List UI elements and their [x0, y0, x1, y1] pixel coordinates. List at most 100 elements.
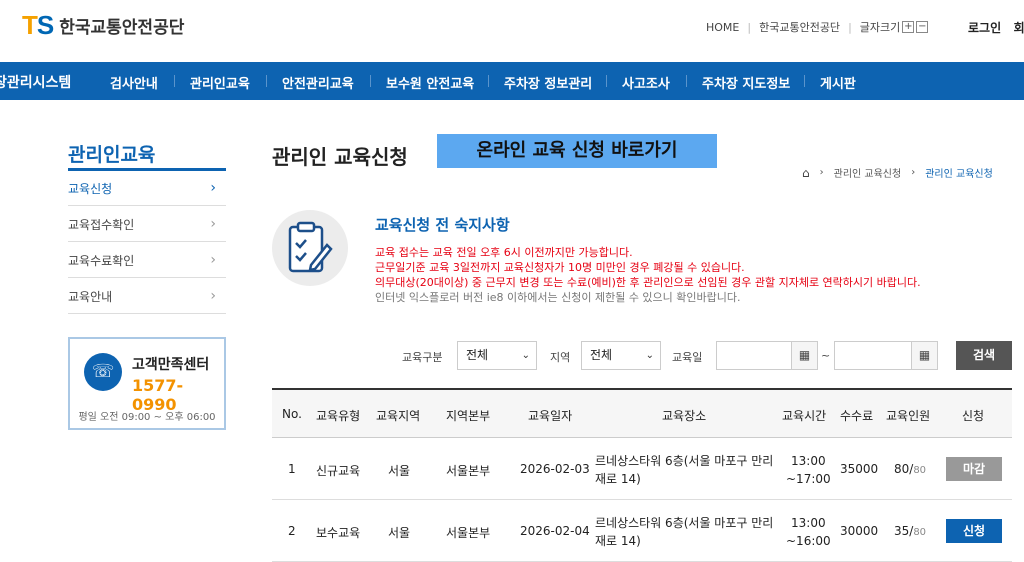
site-logo[interactable]: TS 한국교통안전공단 [22, 10, 184, 41]
cell-count: 35/80 [894, 524, 927, 538]
chevron-down-icon: ⌄ [645, 350, 654, 361]
cell-hq: 서울본부 [446, 526, 491, 540]
nav-item-maintenance-education[interactable]: 보수원 안전교육 [386, 73, 474, 92]
col-header: 지역본부 [446, 409, 491, 423]
date-filter-label: 교육일 [672, 351, 703, 364]
top-bar: TS 한국교통안전공단 HOME | 한국교통안전공단 | 글자크기 + − 로… [0, 0, 1024, 62]
sidebar-item-label: 교육안내 [68, 289, 113, 304]
page-title: 관리인 교육신청 [272, 145, 408, 169]
cell-hq: 서울본부 [446, 464, 491, 478]
type-filter-label: 교육구분 [402, 351, 443, 364]
logo-text: 한국교통안전공단 [59, 18, 185, 38]
col-header: No. [282, 407, 302, 421]
region-filter-label: 지역 [550, 351, 571, 364]
logo-mark: TS [22, 10, 54, 40]
nav-divider [370, 75, 371, 87]
start-date-input[interactable]: ▦ [716, 341, 818, 370]
sidebar-item-registration-check[interactable]: 교육접수확인 › [68, 207, 226, 242]
font-decrease-button[interactable]: − [916, 21, 929, 33]
cell-date: 2026-02-04 [520, 524, 590, 538]
cell-region: 서울 [388, 526, 411, 540]
nav-divider [606, 75, 607, 87]
cell-place: 르네상스타워 6층(서울 마포구 만리재로 14) [595, 516, 774, 548]
col-header: 신청 [962, 409, 985, 423]
type-filter-select[interactable]: 전체 ⌄ [457, 341, 537, 370]
util-divider: | [747, 20, 752, 34]
table-header: No. 교육유형 교육지역 지역본부 교육일자 교육장소 교육시간 수수료 교육… [272, 388, 1012, 438]
col-header: 교육일자 [528, 409, 573, 423]
notice-line: 의무대상(20대이상) 중 근무지 변경 또는 수료(예비)한 후 관리인으로 … [375, 276, 921, 289]
nav-divider [686, 75, 687, 87]
end-date-input[interactable]: ▦ [834, 341, 938, 370]
breadcrumb: ⌂ › 관리인 교육신청 › 관리인 교육신청 [802, 165, 993, 181]
sidebar-item-apply[interactable]: 교육신청 › [68, 171, 226, 206]
online-education-button[interactable]: 온라인 교육 신청 바로가기 [437, 134, 717, 168]
util-divider: | [848, 20, 852, 34]
closed-button[interactable]: 마감 [946, 457, 1002, 481]
calendar-icon[interactable]: ▦ [791, 342, 817, 369]
notice-line: 근무일기준 교육 3일전까지 교육신청자가 10명 미만인 경우 폐강될 수 있… [375, 261, 745, 274]
sidebar-item-label: 교육수료확인 [68, 253, 135, 268]
calendar-icon[interactable]: ▦ [911, 342, 937, 369]
chevron-right-icon: › [210, 288, 216, 304]
nav-item-safety-education[interactable]: 안전관리교육 [282, 73, 354, 92]
nav-item-parking-map[interactable]: 주차장 지도정보 [702, 73, 790, 92]
main-nav: 장관리시스템 검사안내 관리인교육 안전관리교육 보수원 안전교육 주차장 정보… [0, 62, 1024, 100]
sidebar-item-label: 교육신청 [68, 181, 113, 196]
cell-time: 13:00 ~17:00 [786, 454, 831, 486]
sidebar-item-education-guide[interactable]: 교육안내 › [68, 279, 226, 314]
table-row: 2 보수교육 서울 서울본부 2026-02-04 르네상스타워 6층(서울 마… [272, 500, 1012, 562]
cell-time: 13:00 ~16:00 [786, 516, 831, 548]
nav-divider [488, 75, 489, 87]
notice-line: 교육 접수는 교육 전일 오후 6시 이전까지만 가능합니다. [375, 246, 633, 259]
cell-no: 2 [288, 524, 296, 538]
col-header: 교육장소 [662, 409, 707, 423]
nav-divider [804, 75, 805, 87]
table-row: 1 신규교육 서울 서울본부 2026-02-03 르네상스타워 6층(서울 마… [272, 438, 1012, 500]
apply-button[interactable]: 신청 [946, 519, 1002, 543]
breadcrumb-level1[interactable]: 관리인 교육신청 [834, 165, 902, 180]
nav-divider [174, 75, 175, 87]
font-increase-button[interactable]: + [902, 21, 915, 33]
breadcrumb-separator: › [911, 167, 916, 178]
cell-fee: 35000 [840, 462, 879, 476]
home-link[interactable]: HOME [706, 21, 739, 34]
notice-clipboard-icon [272, 210, 348, 286]
nav-item-manager-education[interactable]: 관리인교육 [190, 73, 250, 92]
nav-item-board[interactable]: 게시판 [820, 73, 856, 92]
notice-title: 교육신청 전 숙지사항 [375, 216, 510, 234]
sidebar-item-completion-check[interactable]: 교육수료확인 › [68, 243, 226, 278]
cell-fee: 30000 [840, 524, 879, 538]
org-link[interactable]: 한국교통안전공단 [759, 19, 840, 35]
col-header: 교육유형 [316, 409, 361, 423]
cell-count: 80/80 [894, 462, 927, 476]
nav-item-inspection[interactable]: 검사안내 [110, 73, 158, 92]
utility-links: HOME | 한국교통안전공단 | 글자크기 + − [706, 19, 929, 35]
cell-place: 르네상스타워 6층(서울 마포구 만리재로 14) [595, 454, 774, 486]
sidebar-item-label: 교육접수확인 [68, 217, 135, 232]
search-filters: 교육구분 전체 ⌄ 지역 전체 ⌄ 교육일 ▦ ~ ▦ 검색 [0, 341, 1024, 371]
nav-item-accident-investigation[interactable]: 사고조사 [622, 73, 670, 92]
chevron-right-icon: › [210, 180, 216, 196]
login-link[interactable]: 로그인 회 [968, 19, 1024, 36]
chevron-right-icon: › [210, 252, 216, 268]
chevron-down-icon: ⌄ [521, 350, 530, 361]
col-header: 교육인원 [886, 409, 931, 423]
nav-item-parking-info[interactable]: 주차장 정보관리 [504, 73, 592, 92]
nav-system-title[interactable]: 장관리시스템 [0, 72, 71, 92]
region-filter-select[interactable]: 전체 ⌄ [581, 341, 661, 370]
cell-type: 보수교육 [316, 526, 361, 540]
font-size-label: 글자크기 [859, 21, 901, 34]
col-header: 교육지역 [376, 409, 421, 423]
search-button[interactable]: 검색 [956, 341, 1012, 370]
breadcrumb-current: 관리인 교육신청 [925, 169, 993, 180]
breadcrumb-separator: › [819, 167, 824, 178]
col-header: 수수료 [840, 409, 874, 423]
notice-line: 인터넷 익스플로러 버전 ie8 이하에서는 신청이 제한될 수 있으니 확인바… [375, 291, 741, 304]
cell-no: 1 [288, 462, 296, 476]
home-icon[interactable]: ⌂ [802, 166, 810, 180]
cell-type: 신규교육 [316, 464, 361, 478]
sidebar-title: 관리인교육 [68, 144, 156, 166]
col-header: 교육시간 [782, 409, 827, 423]
customer-center-hours: 평일 오전 09:00 ~ 오후 06:00 [78, 412, 216, 423]
